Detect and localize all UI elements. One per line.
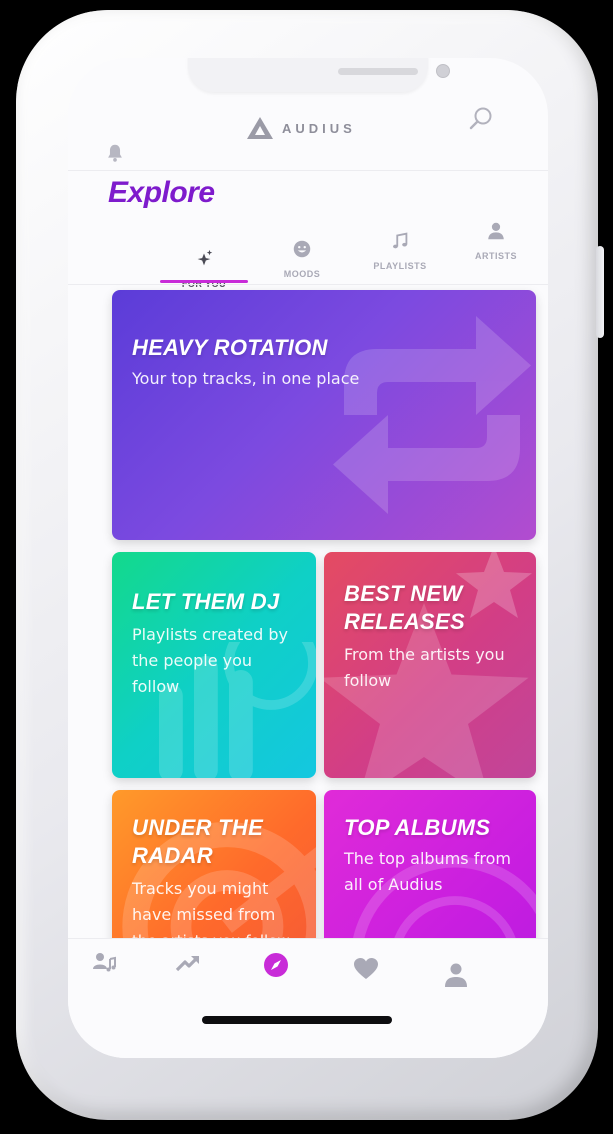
sparkle-star-icon [197, 249, 213, 266]
heavy-rotation-card[interactable]: HEAVY ROTATION Your top tracks, in one p… [112, 290, 536, 540]
music-note-icon [393, 232, 408, 249]
explore-compass-icon[interactable] [262, 951, 290, 979]
card-title-line: UNDER THE [132, 815, 264, 840]
active-tab-indicator [160, 280, 248, 283]
audius-logo: AUDIUS [246, 116, 356, 140]
card-subtitle: Your top tracks, in one place [132, 369, 360, 388]
notch [188, 58, 450, 92]
card-subtitle-line: follow [344, 671, 392, 690]
home-indicator[interactable] [202, 1016, 392, 1024]
card-subtitle-line: The top albums from [344, 849, 511, 868]
card-title-line: BEST NEW [344, 581, 463, 606]
card-subtitle-line: the people you [132, 651, 253, 670]
card-subtitle-line: Playlists created by [132, 625, 288, 644]
search-icon[interactable] [468, 106, 494, 132]
audius-logo-icon [247, 117, 273, 139]
card-subtitle-line: Tracks you might [132, 879, 269, 898]
tab-playlists[interactable]: PLAYLISTS [350, 224, 450, 288]
smiley-icon [293, 240, 311, 258]
front-camera [436, 64, 450, 78]
card-subtitle-line: follow [132, 677, 180, 696]
feed-icon[interactable] [90, 949, 118, 977]
logo-text: AUDIUS [282, 120, 356, 136]
favorites-heart-icon[interactable] [352, 955, 380, 983]
app-screen: AUDIUS Explore FOR YOU [68, 58, 548, 1058]
speaker [338, 68, 418, 75]
person-icon [488, 222, 504, 240]
card-subtitle-line: From the artists you [344, 645, 505, 664]
card-title: TOP ALBUMS [344, 815, 491, 840]
let-them-dj-card[interactable]: LET THEM DJ Playlists created by the peo… [112, 552, 316, 778]
repeat-arrows-icon [333, 316, 531, 514]
tab-label: ARTISTS [474, 251, 517, 261]
side-button [596, 246, 604, 338]
card-subtitle-line: have missed from [132, 905, 276, 924]
explore-tabs: FOR YOU MOODS PLAYLISTS [68, 222, 548, 292]
card-title-line: RELEASES [344, 609, 465, 634]
card-title: LET THEM DJ [132, 589, 280, 614]
bottom-nav [68, 938, 548, 1058]
star-decoration-icon [456, 552, 532, 618]
card-subtitle-line: all of Audius [344, 875, 443, 894]
profile-icon[interactable] [442, 961, 470, 989]
trending-icon[interactable] [174, 949, 202, 977]
tab-divider [68, 284, 548, 285]
header-divider [68, 170, 548, 171]
tab-label: MOODS [283, 269, 321, 279]
best-new-releases-card[interactable]: BEST NEW RELEASES From the artists you f… [324, 552, 536, 778]
tab-label: PLAYLISTS [373, 261, 427, 271]
tab-artists[interactable]: ARTISTS [446, 214, 546, 278]
top-bar: AUDIUS [68, 98, 548, 170]
bell-icon[interactable] [104, 142, 126, 164]
card-title: HEAVY ROTATION [132, 335, 328, 360]
card-title-line: RADAR [132, 843, 213, 868]
phone-frame: AUDIUS Explore FOR YOU [16, 10, 604, 1120]
page-title: Explore [108, 176, 215, 209]
tab-moods[interactable]: MOODS [252, 232, 352, 296]
